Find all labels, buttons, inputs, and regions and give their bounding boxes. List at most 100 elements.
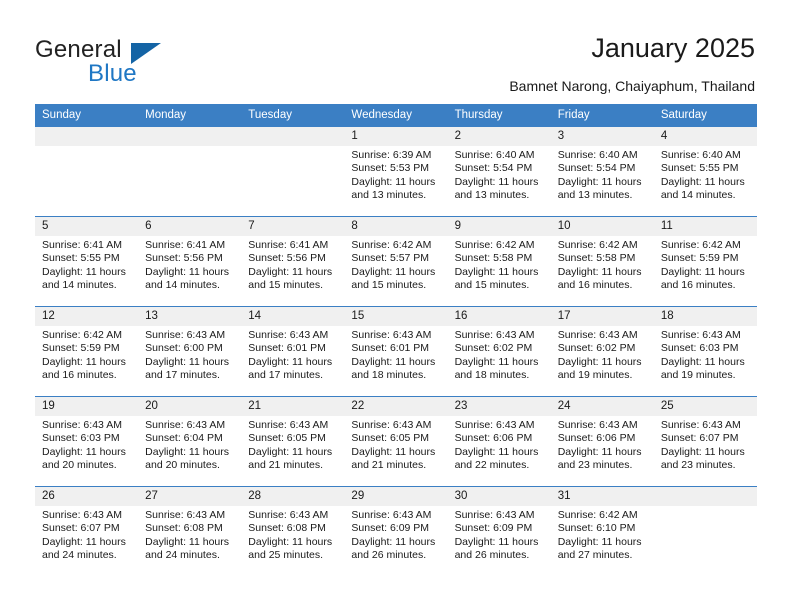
calendar-week-row: 19 Sunrise: 6:43 AM Sunset: 6:03 PM Dayligh…	[35, 396, 757, 487]
sunset-text: Sunset: 6:07 PM	[42, 522, 120, 535]
sunset-text: Sunset: 5:56 PM	[145, 252, 223, 265]
sunrise-text: Sunrise: 6:40 AM	[660, 149, 741, 161]
daylight-text-line2: and 23 minutes.	[660, 459, 736, 472]
sunrise-text: Sunrise: 6:43 AM	[660, 329, 741, 341]
sunset-text: Sunset: 6:06 PM	[557, 432, 636, 445]
day-cell[interactable]: 14 Sunrise: 6:43 AM Sunset: 6:01 PM Dayligh…	[241, 306, 345, 397]
day-cell[interactable]: 31 Sunrise: 6:42 AM Sunset: 6:10 PM Dayligh…	[550, 486, 654, 576]
sunrise-text: Sunrise: 6:43 AM	[42, 419, 122, 431]
day-cell[interactable]	[241, 126, 345, 217]
sunrise-text: Sunrise: 6:43 AM	[351, 509, 432, 521]
day-cell[interactable]: 19 Sunrise: 6:43 AM Sunset: 6:03 PM Dayligh…	[35, 396, 139, 487]
daylight-text-line1: Daylight: 11 hours	[454, 265, 539, 278]
day-cell[interactable]: 21 Sunrise: 6:43 AM Sunset: 6:05 PM Dayligh…	[241, 396, 345, 487]
day-cell[interactable]: 18 Sunrise: 6:43 AM Sunset: 6:03 PM Dayligh…	[653, 306, 757, 397]
daylight-text-line2: and 26 minutes.	[351, 549, 427, 562]
day-cell[interactable]: 13 Sunrise: 6:43 AM Sunset: 6:00 PM Dayligh…	[138, 306, 242, 397]
day-number	[138, 127, 242, 146]
daylight-text-line1: Daylight: 11 hours	[248, 535, 333, 548]
day-number: 15	[344, 307, 448, 326]
day-cell[interactable]: 3 Sunrise: 6:40 AM Sunset: 5:54 PM Daylight…	[550, 126, 654, 217]
sunset-text: Sunset: 6:04 PM	[145, 432, 223, 445]
day-cell[interactable]: 6 Sunrise: 6:41 AM Sunset: 5:56 PM Daylight…	[138, 216, 242, 307]
sunrise-text: Sunrise: 6:43 AM	[660, 419, 741, 431]
daylight-text-line1: Daylight: 11 hours	[660, 355, 745, 368]
sunrise-text: Sunrise: 6:43 AM	[454, 509, 535, 521]
daylight-text-line1: Daylight: 11 hours	[351, 445, 436, 458]
daylight-text-line1: Daylight: 11 hours	[145, 355, 229, 368]
sunrise-text: Sunrise: 6:43 AM	[351, 329, 432, 341]
sunrise-text: Sunrise: 6:42 AM	[351, 239, 432, 251]
day-cell[interactable]: 25 Sunrise: 6:43 AM Sunset: 6:07 PM Dayligh…	[653, 396, 757, 487]
day-cell[interactable]: 17 Sunrise: 6:43 AM Sunset: 6:02 PM Dayligh…	[550, 306, 654, 397]
day-cell[interactable]: 1 Sunrise: 6:39 AM Sunset: 5:53 PM Daylight…	[344, 126, 448, 217]
weekday-header-wednesday: Wednesday	[344, 104, 448, 127]
day-cell[interactable]: 12 Sunrise: 6:42 AM Sunset: 5:59 PM Dayligh…	[35, 306, 139, 397]
day-cell[interactable]: 7 Sunrise: 6:41 AM Sunset: 5:56 PM Daylight…	[241, 216, 345, 307]
day-cell[interactable]: 26 Sunrise: 6:43 AM Sunset: 6:07 PM Dayligh…	[35, 486, 139, 576]
day-number: 29	[344, 487, 448, 506]
sunrise-text: Sunrise: 6:43 AM	[351, 419, 432, 431]
daylight-text-line2: and 21 minutes.	[351, 459, 427, 472]
daylight-text-line2: and 19 minutes.	[557, 369, 633, 382]
day-cell[interactable]	[35, 126, 139, 217]
day-cell[interactable]: 8 Sunrise: 6:42 AM Sunset: 5:57 PM Daylight…	[344, 216, 448, 307]
day-cell[interactable]: 24 Sunrise: 6:43 AM Sunset: 6:06 PM Dayligh…	[550, 396, 654, 487]
daylight-text-line1: Daylight: 11 hours	[557, 355, 642, 368]
sunrise-text: Sunrise: 6:40 AM	[557, 149, 638, 161]
general-blue-logo[interactable]: General Blue	[35, 36, 255, 92]
sunrise-text: Sunrise: 6:43 AM	[454, 419, 535, 431]
day-cell[interactable]	[653, 486, 757, 576]
sunset-text: Sunset: 6:02 PM	[557, 342, 636, 355]
weekday-header-monday: Monday	[138, 104, 242, 127]
day-cell[interactable]: 10 Sunrise: 6:42 AM Sunset: 5:58 PM Dayligh…	[550, 216, 654, 307]
calendar-week-row: 26 Sunrise: 6:43 AM Sunset: 6:07 PM Dayligh…	[35, 486, 757, 576]
sunrise-text: Sunrise: 6:43 AM	[42, 509, 122, 521]
day-cell[interactable]: 11 Sunrise: 6:42 AM Sunset: 5:59 PM Dayligh…	[653, 216, 757, 307]
day-cell[interactable]	[138, 126, 242, 217]
day-cell[interactable]: 27 Sunrise: 6:43 AM Sunset: 6:08 PM Dayligh…	[138, 486, 242, 576]
day-cell[interactable]: 22 Sunrise: 6:43 AM Sunset: 6:05 PM Dayligh…	[344, 396, 448, 487]
weekday-header-saturday: Saturday	[653, 104, 757, 127]
day-number: 23	[447, 397, 551, 416]
day-number: 27	[138, 487, 242, 506]
calendar-week-row: 5 Sunrise: 6:41 AM Sunset: 5:55 PM Daylight…	[35, 216, 757, 307]
daylight-text-line2: and 14 minutes.	[660, 189, 736, 202]
day-cell[interactable]: 28 Sunrise: 6:43 AM Sunset: 6:08 PM Dayligh…	[241, 486, 345, 576]
day-cell[interactable]: 20 Sunrise: 6:43 AM Sunset: 6:04 PM Dayligh…	[138, 396, 242, 487]
sunrise-text: Sunrise: 6:39 AM	[351, 149, 432, 161]
daylight-text-line1: Daylight: 11 hours	[351, 175, 436, 188]
weekday-header-friday: Friday	[550, 104, 654, 127]
daylight-text-line1: Daylight: 11 hours	[42, 265, 126, 278]
day-cell[interactable]: 16 Sunrise: 6:43 AM Sunset: 6:02 PM Dayligh…	[447, 306, 551, 397]
sunset-text: Sunset: 6:08 PM	[248, 522, 326, 535]
weekday-header-thursday: Thursday	[447, 104, 551, 127]
day-number: 18	[653, 307, 757, 326]
daylight-text-line2: and 16 minutes.	[42, 369, 117, 382]
sunset-text: Sunset: 6:07 PM	[660, 432, 739, 445]
day-cell[interactable]: 5 Sunrise: 6:41 AM Sunset: 5:55 PM Daylight…	[35, 216, 139, 307]
sunset-text: Sunset: 5:54 PM	[557, 162, 636, 175]
day-number: 10	[550, 217, 654, 236]
day-cell[interactable]: 15 Sunrise: 6:43 AM Sunset: 6:01 PM Dayligh…	[344, 306, 448, 397]
day-number	[653, 487, 757, 506]
sunrise-text: Sunrise: 6:42 AM	[660, 239, 741, 251]
day-cell[interactable]: 29 Sunrise: 6:43 AM Sunset: 6:09 PM Dayligh…	[344, 486, 448, 576]
daylight-text-line1: Daylight: 11 hours	[660, 445, 745, 458]
day-cell[interactable]: 2 Sunrise: 6:40 AM Sunset: 5:54 PM Daylight…	[447, 126, 551, 217]
sunset-text: Sunset: 6:06 PM	[454, 432, 533, 445]
day-cell[interactable]: 30 Sunrise: 6:43 AM Sunset: 6:09 PM Dayligh…	[447, 486, 551, 576]
day-number: 28	[241, 487, 345, 506]
sunset-text: Sunset: 6:01 PM	[248, 342, 326, 355]
daylight-text-line1: Daylight: 11 hours	[557, 265, 642, 278]
day-number: 7	[241, 217, 345, 236]
sunrise-text: Sunrise: 6:41 AM	[145, 239, 226, 251]
sunrise-text: Sunrise: 6:43 AM	[248, 329, 329, 341]
day-cell[interactable]: 9 Sunrise: 6:42 AM Sunset: 5:58 PM Daylight…	[447, 216, 551, 307]
sunset-text: Sunset: 6:09 PM	[454, 522, 533, 535]
day-cell[interactable]: 23 Sunrise: 6:43 AM Sunset: 6:06 PM Dayligh…	[447, 396, 551, 487]
daylight-text-line1: Daylight: 11 hours	[42, 535, 126, 548]
day-cell[interactable]: 4 Sunrise: 6:40 AM Sunset: 5:55 PM Daylight…	[653, 126, 757, 217]
daylight-text-line1: Daylight: 11 hours	[145, 445, 229, 458]
sunset-text: Sunset: 5:58 PM	[454, 252, 533, 265]
